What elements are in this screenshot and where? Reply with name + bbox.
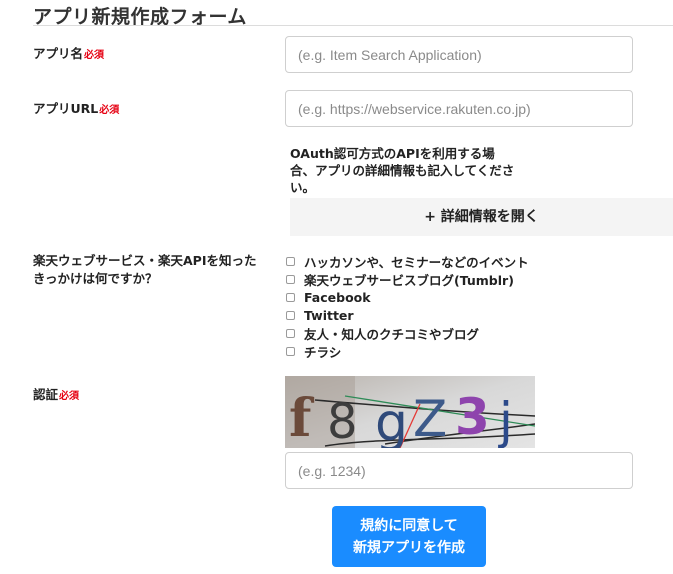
svg-text:8: 8 (327, 394, 358, 448)
app-name-input[interactable] (285, 36, 633, 73)
option-label: 楽天ウェブサービスブログ(Tumblr) (304, 272, 514, 288)
captcha-image: f 8 g Z 3 j (285, 376, 535, 448)
source-option-twitter[interactable]: Twitter (286, 306, 529, 324)
required-badge: 必須 (99, 105, 120, 116)
checkbox[interactable] (286, 292, 295, 302)
checkbox[interactable] (286, 346, 295, 356)
source-option-blog[interactable]: 楽天ウェブサービスブログ(Tumblr) (286, 270, 529, 288)
oauth-note: OAuth認可方式のAPIを利用する場合、アプリの詳細情報も記入してください。 (290, 146, 515, 195)
checkbox[interactable] (286, 310, 295, 320)
source-option-word-of-mouth[interactable]: 友人・知人のクチコミやブログ (286, 324, 529, 342)
open-details-button[interactable]: + 詳細情報を開く (290, 198, 673, 236)
checkbox[interactable] (286, 328, 295, 338)
source-question-label: 楽天ウェブサービス・楽天APIを知ったきっかけは何ですか？ (33, 253, 257, 286)
required-badge: 必須 (59, 391, 80, 402)
title-divider (33, 25, 673, 26)
svg-text:j: j (498, 392, 513, 448)
app-name-label-text: アプリ名 (33, 46, 84, 61)
option-label: チラシ (304, 344, 342, 360)
checkbox[interactable] (286, 256, 295, 266)
option-label: 友人・知人のクチコミやブログ (304, 326, 480, 342)
captcha-input[interactable] (285, 452, 633, 489)
option-label: Facebook (304, 289, 371, 305)
agree-and-create-button[interactable]: 規約に同意して 新規アプリを作成 (332, 506, 486, 567)
app-url-label-text: アプリURL (33, 101, 99, 116)
submit-line-2: 新規アプリを作成 (353, 539, 465, 556)
svg-text:f: f (289, 388, 315, 448)
option-label: Twitter (304, 307, 354, 323)
option-label: ハッカソンや、セミナーなどのイベント (304, 254, 529, 270)
source-option-flyer[interactable]: チラシ (286, 342, 529, 360)
captcha-label-text: 認証 (33, 387, 59, 402)
checkbox[interactable] (286, 274, 295, 284)
submit-line-1: 規約に同意して (360, 517, 458, 534)
captcha-label: 認証必須 (33, 386, 79, 406)
svg-text:Z: Z (413, 390, 447, 448)
svg-text:g: g (375, 393, 408, 448)
app-url-input[interactable] (285, 90, 633, 127)
source-options-list: ハッカソンや、セミナーなどのイベント 楽天ウェブサービスブログ(Tumblr) … (286, 252, 529, 360)
source-option-event[interactable]: ハッカソンや、セミナーなどのイベント (286, 252, 529, 270)
required-badge: 必須 (84, 50, 105, 61)
app-url-label: アプリURL必須 (33, 100, 119, 120)
svg-text:3: 3 (455, 388, 490, 446)
app-name-label: アプリ名必須 (33, 45, 104, 65)
source-option-facebook[interactable]: Facebook (286, 288, 529, 306)
